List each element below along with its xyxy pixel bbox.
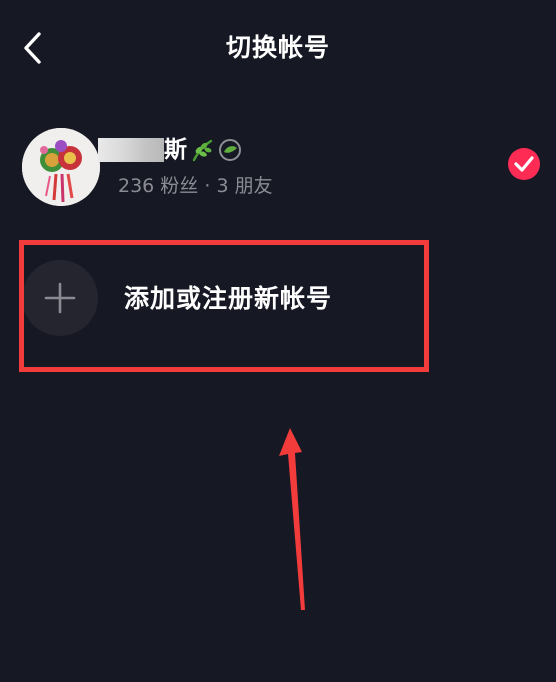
account-item-current[interactable]: 斯 236 粉丝 · 3 朋友 xyxy=(0,118,556,214)
top-bar: 切换帐号 xyxy=(0,0,556,96)
page-title: 切换帐号 xyxy=(225,33,330,62)
username-text: 斯 xyxy=(164,137,187,163)
stats-separator: · xyxy=(204,175,211,197)
add-avatar-placeholder xyxy=(22,260,98,336)
avatar xyxy=(22,128,100,206)
herb-emoji-icon xyxy=(192,139,213,162)
leaf-circle-emoji-icon xyxy=(219,139,241,161)
add-account-label: 添加或注册新帐号 xyxy=(124,284,333,313)
selected-check-badge xyxy=(508,148,540,180)
annotation-arrow-icon xyxy=(279,428,305,610)
username: 斯 xyxy=(98,132,243,168)
plus-icon xyxy=(44,282,76,314)
friends-count: 3 朋友 xyxy=(216,175,273,197)
avatar-image xyxy=(22,128,100,206)
followers-count: 236 粉丝 xyxy=(118,175,199,197)
redacted-name-block xyxy=(98,138,164,162)
account-stats: 236 粉丝 · 3 朋友 xyxy=(118,172,273,200)
add-account-button[interactable]: 添加或注册新帐号 xyxy=(0,250,556,346)
checkmark-icon xyxy=(514,156,534,172)
